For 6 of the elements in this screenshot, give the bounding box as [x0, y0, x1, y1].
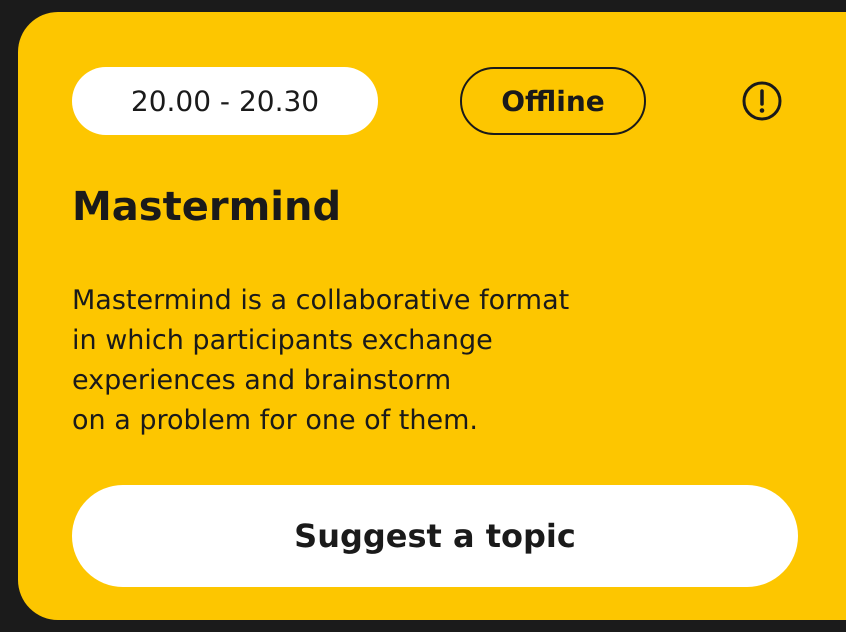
suggest-topic-button[interactable]: Suggest a topic	[72, 485, 798, 587]
time-pill: 20.00 - 20.30	[72, 67, 378, 135]
event-description: Mastermind is a collaborative format in which participants exchange experiences and brainstorm on a problem for one of them.	[72, 284, 570, 438]
alert-icon[interactable]	[741, 80, 783, 122]
event-title: Mastermind	[72, 183, 342, 232]
format-tag: Offline	[460, 67, 646, 135]
